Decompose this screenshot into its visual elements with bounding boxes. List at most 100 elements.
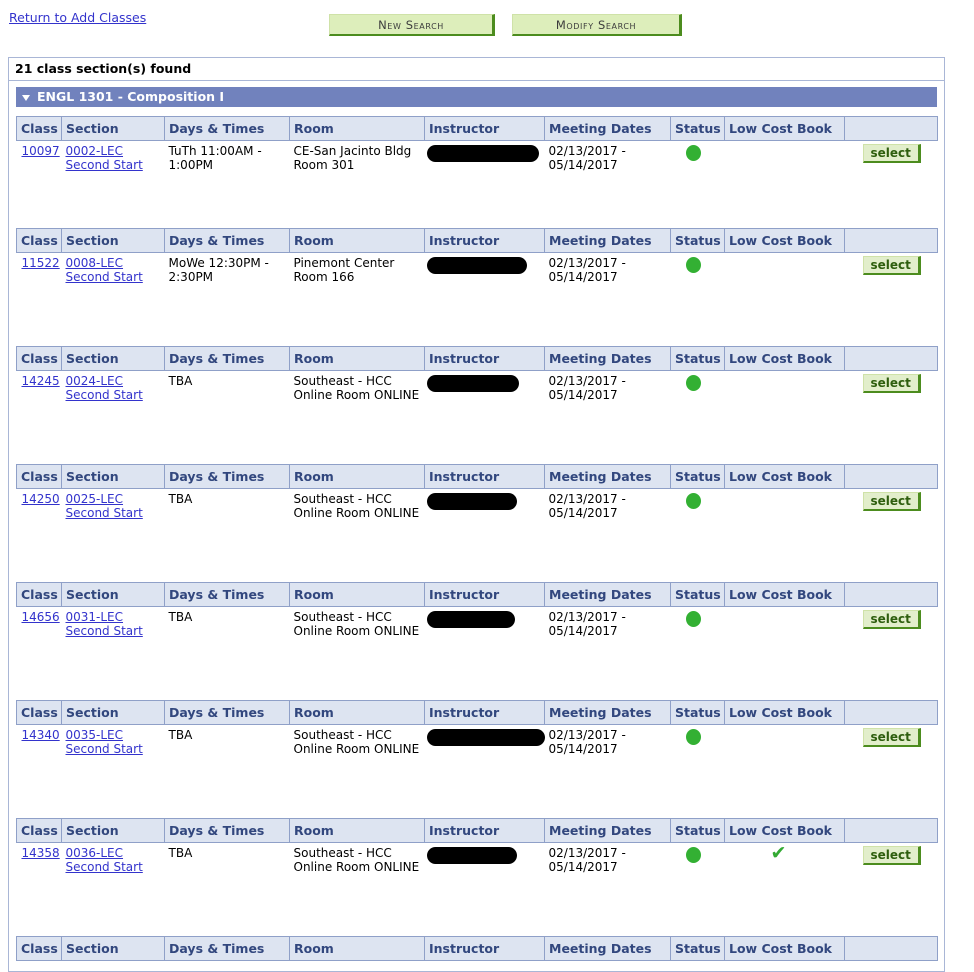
column-header-days-times: Days & Times: [164, 116, 290, 141]
cell-status: [670, 252, 725, 336]
second-start-link[interactable]: Second Start: [66, 388, 161, 402]
class-number-link[interactable]: 14250: [22, 492, 60, 506]
column-header-low-cost-book: Low Cost Book: [724, 936, 845, 961]
column-header-section: Section: [61, 818, 165, 843]
cell-instructor: [424, 606, 545, 690]
column-header-days-times: Days & Times: [164, 464, 290, 489]
cell-action: select: [844, 140, 938, 218]
column-header-meeting-dates: Meeting Dates: [544, 464, 671, 489]
second-start-link[interactable]: Second Start: [66, 506, 161, 520]
column-header-status: Status: [670, 818, 725, 843]
class-section-table: Class Section Days & Times Room Instructor Me…: [16, 228, 938, 336]
second-start-link[interactable]: Second Start: [66, 742, 161, 756]
class-section-table: Class Section Days & Times Room Instructor Me…: [16, 346, 938, 454]
class-number-link[interactable]: 10097: [22, 144, 60, 158]
cell-section: 0008-LEC Second Start: [61, 252, 165, 336]
cell-action: select: [844, 370, 938, 454]
section-link[interactable]: 0031-LEC: [66, 610, 161, 624]
cell-low-cost-book: [724, 140, 845, 218]
redaction-bar: [426, 611, 515, 628]
class-number-link[interactable]: 14245: [22, 374, 60, 388]
select-button[interactable]: select: [862, 144, 921, 163]
select-button[interactable]: select: [862, 610, 921, 629]
second-start-link[interactable]: Second Start: [66, 158, 161, 172]
class-number-link[interactable]: 11522: [22, 256, 60, 270]
second-start-link[interactable]: Second Start: [66, 860, 161, 874]
column-header-meeting-dates: Meeting Dates: [544, 346, 671, 371]
section-link[interactable]: 0008-LEC: [66, 256, 161, 270]
modify-search-button[interactable]: Modify Search: [512, 14, 682, 36]
column-header-room: Room: [289, 936, 425, 961]
section-link[interactable]: 0002-LEC: [66, 144, 161, 158]
select-button[interactable]: select: [862, 728, 921, 747]
cell-status: [670, 370, 725, 454]
select-button[interactable]: select: [862, 492, 921, 511]
cell-action: select: [844, 252, 938, 336]
column-header-action: [844, 700, 938, 725]
column-header-instructor: Instructor: [424, 228, 545, 253]
cell-meeting-dates: 02/13/2017 - 05/14/2017: [544, 606, 671, 690]
column-header-status: Status: [670, 346, 725, 371]
second-start-link[interactable]: Second Start: [66, 270, 161, 284]
cell-section: 0031-LEC Second Start: [61, 606, 165, 690]
table-header-row: Class Section Days & Times Room Instructor Me…: [16, 464, 938, 489]
column-header-instructor: Instructor: [424, 116, 545, 141]
redaction-bar: [426, 375, 519, 392]
return-to-add-classes-link[interactable]: Return to Add Classes: [9, 10, 146, 25]
column-header-meeting-dates: Meeting Dates: [544, 700, 671, 725]
cell-section: 0035-LEC Second Start: [61, 724, 165, 808]
new-search-button[interactable]: New Search: [329, 14, 495, 36]
course-group-header[interactable]: ENGL 1301 - Composition I: [16, 87, 937, 107]
table-header-row: Class Section Days & Times Room Instructor Me…: [16, 346, 938, 371]
cell-days-times: TBA: [164, 724, 290, 808]
column-header-action: [844, 116, 938, 141]
cell-low-cost-book: [724, 488, 845, 572]
cell-section: 0025-LEC Second Start: [61, 488, 165, 572]
second-start-link[interactable]: Second Start: [66, 624, 161, 638]
column-header-instructor: Instructor: [424, 464, 545, 489]
section-link[interactable]: 0035-LEC: [66, 728, 161, 742]
cell-meeting-dates: 02/13/2017 - 05/14/2017: [544, 488, 671, 572]
column-header-instructor: Instructor: [424, 818, 545, 843]
class-section-table: Class Section Days & Times Room Instructor Me…: [16, 582, 938, 690]
select-button[interactable]: select: [862, 374, 921, 393]
status-open-circle-icon: [685, 145, 701, 161]
cell-room: CE-San Jacinto Bldg Room 301: [289, 140, 425, 218]
column-header-class: Class: [16, 936, 62, 961]
column-header-status: Status: [670, 464, 725, 489]
column-header-days-times: Days & Times: [164, 346, 290, 371]
column-header-action: [844, 582, 938, 607]
cell-meeting-dates: 02/13/2017 - 05/14/2017: [544, 370, 671, 454]
class-section-table: Class Section Days & Times Room Instructor Me…: [16, 116, 938, 218]
class-number-link[interactable]: 14358: [22, 846, 60, 860]
column-header-days-times: Days & Times: [164, 936, 290, 961]
column-header-meeting-dates: Meeting Dates: [544, 936, 671, 961]
table-header-row: Class Section Days & Times Room Instructor Me…: [16, 582, 938, 607]
column-header-action: [844, 818, 938, 843]
table-row: 14250 0025-LEC Second Start TBA Southeast - …: [16, 488, 938, 572]
column-header-meeting-dates: Meeting Dates: [544, 582, 671, 607]
status-open-circle-icon: [685, 257, 701, 273]
select-button[interactable]: select: [862, 256, 921, 275]
cell-days-times: TBA: [164, 488, 290, 572]
table-row: 10097 0002-LEC Second Start TuTh 11:00AM - …: [16, 140, 938, 218]
select-button[interactable]: select: [862, 846, 921, 865]
cell-status: [670, 724, 725, 808]
class-number-link[interactable]: 14340: [22, 728, 60, 742]
triangle-down-icon[interactable]: [22, 95, 30, 101]
search-buttons-group: New Search Modify Search: [329, 14, 682, 36]
cell-class-number: 14250: [16, 488, 62, 572]
status-open-circle-icon: [685, 493, 701, 509]
column-header-section: Section: [61, 116, 165, 141]
section-link[interactable]: 0025-LEC: [66, 492, 161, 506]
column-header-instructor: Instructor: [424, 346, 545, 371]
class-section-table: Class Section Days & Times Room Instructor Me…: [16, 700, 938, 808]
table-header-row: Class Section Days & Times Room Instructor Me…: [16, 818, 938, 843]
section-link[interactable]: 0024-LEC: [66, 374, 161, 388]
class-number-link[interactable]: 14656: [22, 610, 60, 624]
section-link[interactable]: 0036-LEC: [66, 846, 161, 860]
class-section-table: Class Section Days & Times Room Instructor Me…: [16, 464, 938, 572]
column-header-section: Section: [61, 700, 165, 725]
column-header-room: Room: [289, 818, 425, 843]
cell-action: select: [844, 842, 938, 926]
